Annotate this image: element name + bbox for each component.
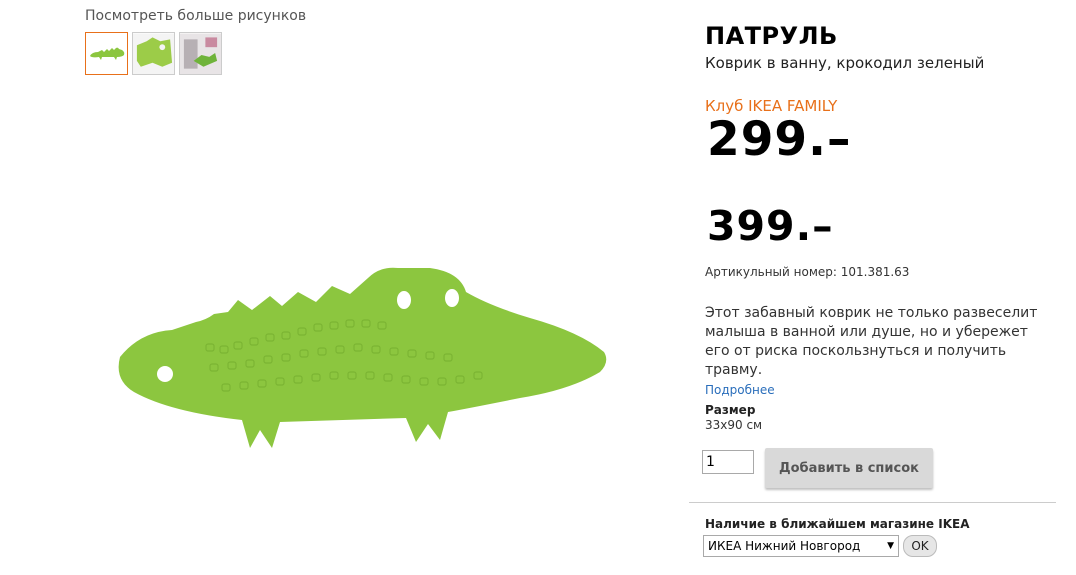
product-name: ПАТРУЛЬ xyxy=(705,22,838,50)
divider xyxy=(689,502,1056,503)
availability-label: Наличие в ближайшем магазине IKEA xyxy=(705,517,970,531)
thumbnail-3[interactable] xyxy=(179,32,222,75)
crocodile-mat-image xyxy=(118,267,607,448)
size-value: 33х90 см xyxy=(705,418,763,432)
regular-price: 399.– xyxy=(707,202,834,250)
long-description: Этот забавный коврик не только развесели… xyxy=(705,305,1038,378)
thumbnail-1[interactable] xyxy=(85,32,128,75)
quantity-input[interactable] xyxy=(702,450,754,474)
product-description: Коврик в ванну, крокодил зеленый xyxy=(705,54,985,72)
store-select[interactable]: ИКЕА Нижний Новгород ▼ xyxy=(703,535,899,557)
family-price: 299.– xyxy=(707,112,852,167)
mat-closeup-thumb-image xyxy=(133,33,174,74)
more-details-link[interactable]: Подробнее xyxy=(705,383,775,397)
thumbnail-strip xyxy=(85,32,222,75)
add-to-list-button[interactable]: Добавить в список xyxy=(765,448,933,488)
size-label: Размер xyxy=(705,403,756,417)
thumbnail-2[interactable] xyxy=(132,32,175,75)
article-number: Артикульный номер: 101.381.63 xyxy=(705,265,910,279)
dropdown-arrow-icon: ▼ xyxy=(887,541,894,551)
ok-button[interactable]: OK xyxy=(903,535,937,557)
bath-scene-thumb-image xyxy=(180,33,221,74)
more-pictures-label[interactable]: Посмотреть больше рисунков xyxy=(85,8,306,24)
store-select-value: ИКЕА Нижний Новгород xyxy=(708,539,861,553)
crocodile-thumb-image xyxy=(89,47,124,60)
